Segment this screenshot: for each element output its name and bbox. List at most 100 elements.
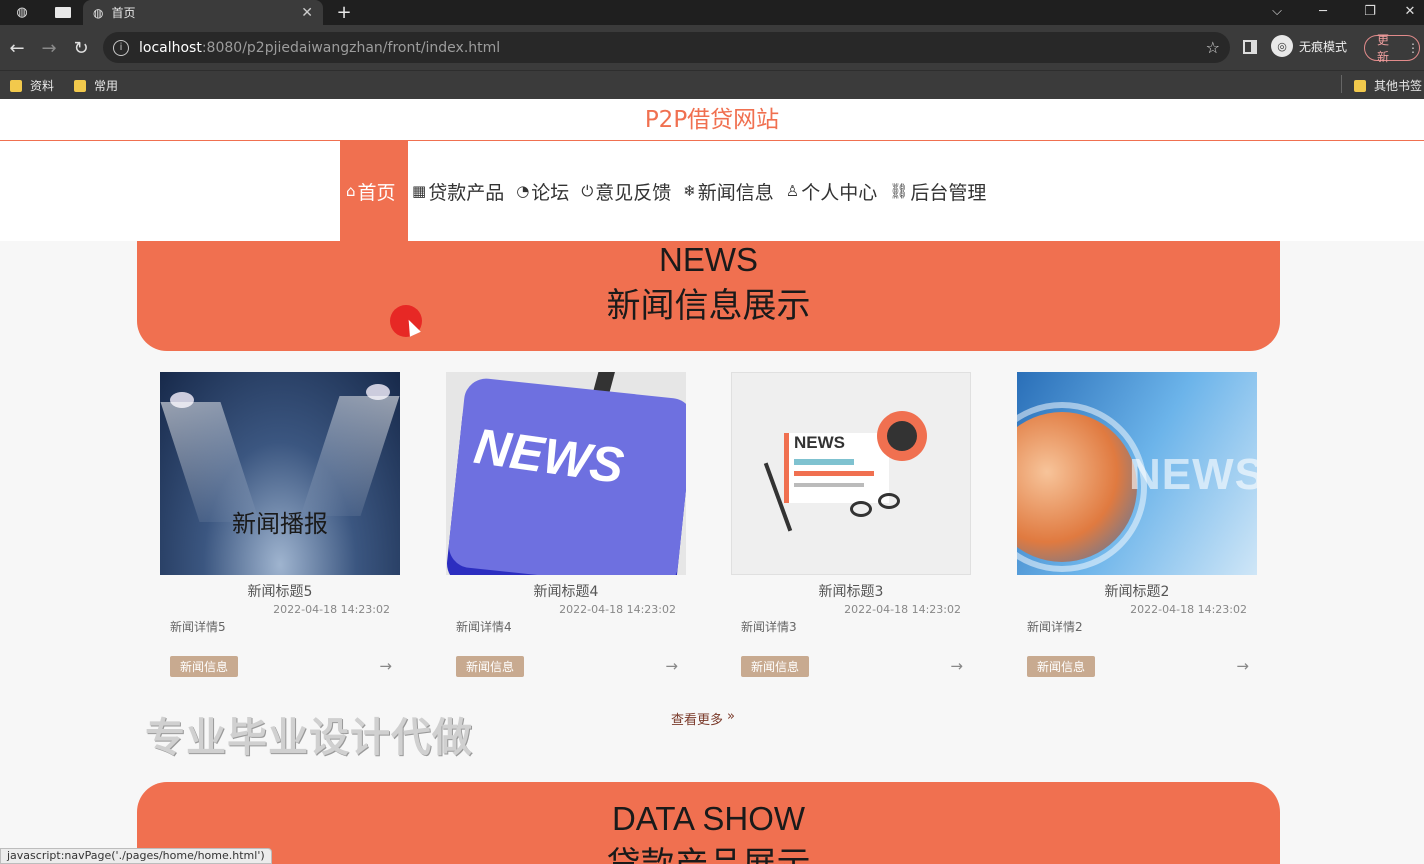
- incognito-indicator[interactable]: ◎ 无痕模式: [1271, 35, 1347, 57]
- close-window-icon[interactable]: ✕: [1396, 0, 1424, 22]
- reload-icon[interactable]: ↻: [70, 37, 92, 59]
- restore-icon[interactable]: ❐: [1350, 0, 1390, 22]
- news-card-title[interactable]: 新闻标题5: [160, 581, 400, 601]
- news-card-title[interactable]: 新闻标题3: [731, 581, 971, 601]
- news-card[interactable]: NEWS 新闻标题2 2022-04-18 14:23:02 新闻详情2 新闻信…: [1017, 372, 1257, 682]
- close-icon[interactable]: ✕: [301, 5, 313, 21]
- user-icon: ♙: [785, 182, 800, 200]
- info-icon[interactable]: i: [113, 39, 129, 56]
- snowflake-icon: ❄: [683, 182, 696, 200]
- globe-icon[interactable]: ◍: [8, 0, 36, 25]
- tab-strip-icon[interactable]: [50, 0, 76, 25]
- news-card-detail: 新闻详情5: [170, 620, 226, 634]
- dashboard-icon: ◔: [516, 182, 530, 200]
- news-card-detail: 新闻详情4: [456, 620, 512, 634]
- browser-toolbar: ← → ↻ i localhost :8080/p2pjiedaiwangzha…: [0, 25, 1424, 70]
- nav-item-admin[interactable]: ⛓ 后台管理: [885, 141, 994, 241]
- news-card-date: 2022-04-18 14:23:02: [559, 603, 676, 616]
- arrow-right-icon[interactable]: →: [950, 657, 963, 675]
- news-card[interactable]: NEWS 新闻标题3 2022-04-18 14:23:02 新闻详情3 新闻信…: [731, 372, 971, 682]
- divider: [1341, 75, 1342, 93]
- news-category-tag[interactable]: 新闻信息: [170, 655, 239, 677]
- nav-label: 意见反馈: [595, 181, 672, 204]
- chevron-down-icon[interactable]: ⌵: [1257, 0, 1297, 22]
- nav-item-loan-products[interactable]: ▦ 贷款产品: [408, 141, 512, 241]
- url-path: :8080/p2pjiedaiwangzhan/front/index.html: [201, 39, 501, 56]
- bookmark-label: 常用: [94, 79, 119, 93]
- nav-label: 新闻信息: [697, 181, 774, 204]
- incognito-label: 无痕模式: [1299, 39, 1348, 54]
- update-button[interactable]: 更新 ⋮: [1364, 33, 1420, 64]
- news-card-image[interactable]: 新闻播报: [160, 372, 400, 575]
- home-icon: ⌂: [346, 182, 356, 200]
- calendar-icon: ▦: [412, 182, 427, 200]
- nav-item-personal-center[interactable]: ♙ 个人中心: [782, 141, 885, 241]
- news-card-image[interactable]: NEWS: [731, 372, 971, 575]
- news-card-title[interactable]: 新闻标题2: [1017, 581, 1257, 601]
- glasses-icon: [878, 493, 900, 509]
- url-bar[interactable]: i localhost :8080/p2pjiedaiwangzhan/fron…: [103, 32, 1230, 63]
- folder-icon: [74, 79, 86, 92]
- news-card-detail: 新闻详情2: [1027, 620, 1083, 634]
- side-panel-icon[interactable]: [1243, 40, 1257, 54]
- tab-title: 首页: [111, 6, 136, 20]
- light-beam: [300, 396, 400, 516]
- globe-icon: ◍: [93, 5, 104, 20]
- nav-item-news[interactable]: ❄ 新闻信息: [679, 141, 782, 241]
- incognito-icon: ◎: [1271, 35, 1293, 57]
- news-card-image[interactable]: NEWS: [1017, 372, 1257, 575]
- news-card[interactable]: NEWS 新闻标题4 2022-04-18 14:23:02 新闻详情4 新闻信…: [446, 372, 686, 682]
- news-card-date: 2022-04-18 14:23:02: [1130, 603, 1247, 616]
- news-card-footer: 新闻信息 →: [741, 654, 963, 678]
- back-icon[interactable]: ←: [6, 37, 28, 59]
- glasses-icon: [850, 501, 872, 517]
- bookmark-folder-resources[interactable]: 资料: [10, 77, 54, 94]
- nav-item-feedback[interactable]: ⏻ 意见反馈: [577, 141, 679, 241]
- data-title-en: DATA SHOW: [611, 800, 806, 837]
- news-category-tag[interactable]: 新闻信息: [456, 655, 525, 677]
- arrow-right-icon[interactable]: →: [665, 657, 678, 675]
- bookmark-folder-common[interactable]: 常用: [74, 77, 118, 94]
- nav-list: ⌂ 首页 ▦ 贷款产品 ◔ 论坛 ⏻ 意见反馈 ❄ 新闻信息 ♙ 个人中心 ⛓ …: [340, 141, 994, 241]
- link-icon: ⛓: [889, 182, 909, 200]
- site-title: P2P借贷网站: [0, 99, 1424, 141]
- forward-icon[interactable]: →: [38, 37, 60, 59]
- nav-label: 个人中心: [801, 181, 878, 204]
- arrow-right-icon[interactable]: →: [1236, 657, 1249, 675]
- news-title-cn: 新闻信息展示: [606, 286, 811, 326]
- bookmark-folder-other[interactable]: 其他书签: [1354, 77, 1422, 94]
- star-icon[interactable]: ☆: [1206, 38, 1220, 57]
- news-category-tag[interactable]: 新闻信息: [741, 655, 810, 677]
- arrow-right-icon[interactable]: →: [379, 657, 392, 675]
- news-card-footer: 新闻信息 →: [456, 654, 678, 678]
- image-caption: NEWS: [794, 433, 845, 452]
- view-more-link[interactable]: 查看更多 »: [671, 709, 735, 728]
- data-section-header: DATA SHOW 贷款产品展示: [137, 782, 1280, 864]
- globe-ring: [1017, 402, 1147, 572]
- bookmarks-bar: 资料 常用 其他书签: [0, 70, 1424, 99]
- news-card-title[interactable]: 新闻标题4: [446, 581, 686, 601]
- menu-dots-icon[interactable]: ⋮: [1407, 41, 1419, 55]
- watermark-text: 专业毕业设计代做: [145, 715, 473, 761]
- news-card-footer: 新闻信息 →: [1027, 654, 1249, 678]
- nav-item-home[interactable]: ⌂ 首页: [340, 141, 408, 241]
- status-bar-url: javascript:navPage('./pages/home/home.ht…: [0, 848, 272, 864]
- news-card[interactable]: 新闻播报 新闻标题5 2022-04-18 14:23:02 新闻详情5 新闻信…: [160, 372, 400, 682]
- news-card-footer: 新闻信息 →: [170, 654, 392, 678]
- news-category-tag[interactable]: 新闻信息: [1027, 655, 1096, 677]
- image-caption: NEWS: [1129, 450, 1257, 499]
- new-tab-icon[interactable]: +: [332, 0, 356, 25]
- nav-label: 贷款产品: [428, 181, 505, 204]
- browser-tab-home[interactable]: ◍ 首页 ✕: [83, 0, 323, 25]
- nav-label: 论坛: [531, 181, 570, 204]
- news-card-date: 2022-04-18 14:23:02: [273, 603, 390, 616]
- data-title-cn: 贷款产品展示: [137, 838, 1280, 864]
- minimize-icon[interactable]: ─: [1303, 0, 1343, 22]
- news-card-image[interactable]: NEWS: [446, 372, 686, 575]
- news-title-en: NEWS: [659, 241, 758, 278]
- nav-item-forum[interactable]: ◔ 论坛: [512, 141, 577, 241]
- news-card-date: 2022-04-18 14:23:02: [844, 603, 961, 616]
- nav-label: 后台管理: [910, 181, 987, 204]
- folder-icon: [10, 79, 22, 92]
- newspaper-line: [794, 471, 874, 476]
